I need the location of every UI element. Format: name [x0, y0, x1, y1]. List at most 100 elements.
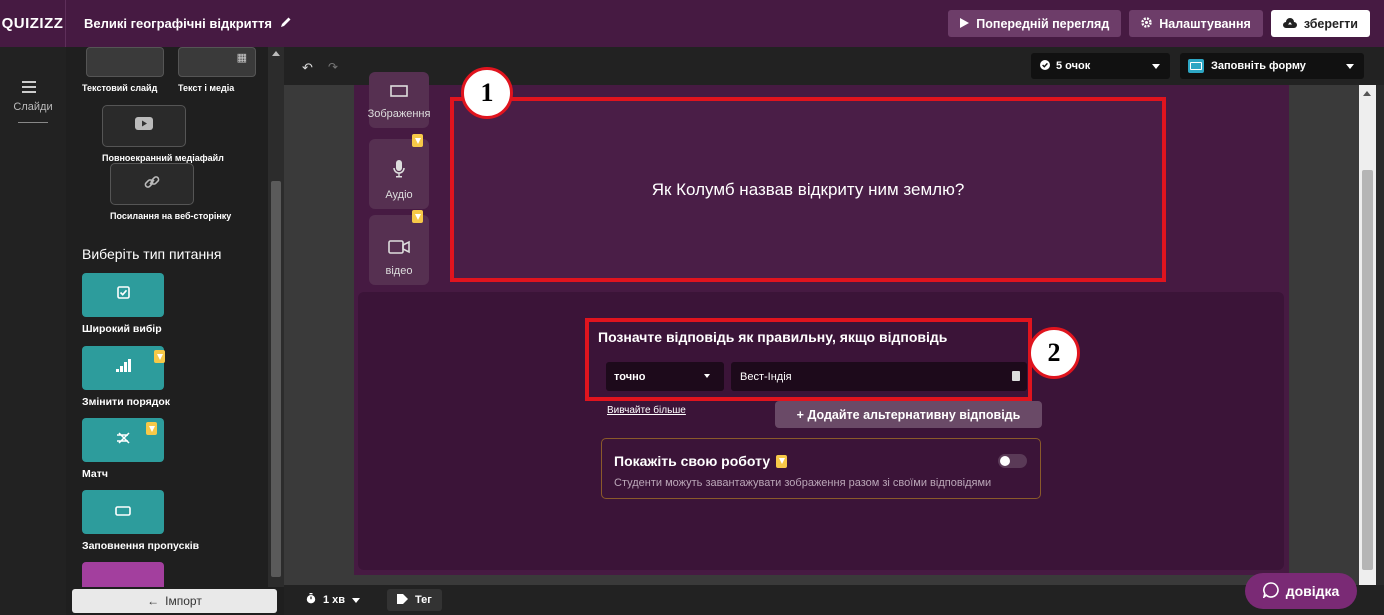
cloud-upload-icon	[1282, 17, 1297, 31]
tag-icon	[397, 593, 408, 607]
learn-more-link[interactable]: Вивчайте більше	[607, 405, 686, 416]
stopwatch-icon	[306, 593, 316, 607]
question-text-box[interactable]: Як Колумб назвав відкриту ним землю?	[450, 97, 1166, 282]
play-icon	[960, 17, 970, 31]
fill-blank-label: Заповнення пропусків	[82, 540, 200, 552]
video-play-icon	[135, 117, 153, 135]
callout-marker-2: 2	[1028, 327, 1080, 379]
text-slide-label: Текстовий слайд	[82, 83, 158, 93]
video-camera-icon	[388, 240, 410, 259]
reorder-label: Змінити порядок	[82, 396, 171, 408]
fullscreen-media-card[interactable]	[102, 105, 186, 147]
bars-icon	[115, 359, 131, 377]
chevron-down-icon	[1346, 64, 1354, 69]
text-media-thumbnail[interactable]: ▦	[178, 47, 256, 77]
slides-label[interactable]: Слайди	[0, 101, 66, 113]
image-button[interactable]: Зображення	[367, 72, 431, 128]
answer-highlight-frame	[585, 318, 1032, 401]
bottom-bar: 1 хв Тег	[284, 585, 1384, 615]
scroll-up-arrow-icon[interactable]	[1363, 91, 1371, 96]
show-work-card: Покажіть свою роботу Студенти можуть зав…	[601, 438, 1041, 499]
redo-icon[interactable]: ↷	[328, 60, 338, 74]
match-icon	[116, 431, 131, 449]
fullscreen-media-label: Повноекранний медіафайл	[102, 153, 224, 163]
reorder-button[interactable]	[82, 346, 164, 390]
web-link-card[interactable]	[110, 163, 194, 205]
more-question-type-button[interactable]	[82, 562, 164, 587]
menu-icon[interactable]	[22, 80, 36, 98]
toggle-knob	[1000, 456, 1010, 466]
chat-bubble-icon	[1262, 581, 1279, 601]
editor-toolbar: ↶ ↷ 5 очок Заповніть форму	[284, 47, 1384, 85]
quiz-title-text: Великі географічні відкриття	[84, 16, 272, 31]
save-button[interactable]: зберегти	[1270, 10, 1370, 37]
premium-bolt-icon	[412, 134, 423, 147]
multiple-choice-label: Широкий вибір	[82, 323, 162, 335]
help-button[interactable]: довідка	[1245, 573, 1357, 609]
image-icon	[390, 84, 408, 102]
quizizz-logo[interactable]: QUIZIZZ	[0, 0, 66, 47]
question-type-panel: ▦ Текстовий слайд Текст і медіа Повноекр…	[66, 47, 284, 587]
show-work-title: Покажіть свою роботу	[614, 453, 788, 469]
fill-blank-button[interactable]	[82, 490, 164, 534]
help-label: довідка	[1285, 583, 1340, 599]
show-work-toggle[interactable]	[998, 454, 1027, 468]
check-circle-icon	[1040, 59, 1050, 73]
match-label: Матч	[82, 468, 108, 480]
panel-scrollbar[interactable]	[268, 47, 284, 587]
canvas-scrollbar[interactable]	[1359, 85, 1376, 585]
save-label: зберегти	[1303, 16, 1358, 31]
scroll-up-arrow-icon[interactable]	[272, 51, 280, 56]
rail-divider	[18, 122, 48, 123]
timer-dropdown[interactable]: 1 хв	[298, 589, 368, 611]
checkbox-icon	[116, 286, 130, 304]
audio-button[interactable]: Аудіо	[369, 139, 429, 209]
web-link-label: Посилання на веб-сторінку	[110, 211, 232, 221]
left-rail: Слайди	[0, 47, 66, 615]
pencil-icon[interactable]	[280, 16, 292, 31]
question-type-value: Заповніть форму	[1211, 60, 1306, 72]
quiz-title[interactable]: Великі географічні відкриття	[84, 16, 292, 31]
preview-label: Попередній перегляд	[976, 16, 1110, 31]
chevron-down-icon	[352, 594, 361, 606]
preview-button[interactable]: Попередній перегляд	[948, 10, 1122, 37]
fill-form-icon	[1188, 59, 1204, 73]
points-dropdown[interactable]: 5 очок	[1031, 53, 1170, 79]
media-grid-icon: ▦	[236, 52, 247, 64]
microphone-icon	[393, 160, 405, 183]
add-alternative-answer-button[interactable]: + Додайте альтернативну відповідь	[775, 401, 1042, 428]
text-media-label: Текст і медіа	[178, 83, 235, 93]
tag-label: Тег	[415, 594, 432, 606]
question-type-heading: Виберіть тип питання	[82, 246, 222, 262]
import-label: Імпорт	[165, 594, 202, 608]
image-label: Зображення	[367, 108, 431, 120]
points-value: 5 очок	[1056, 60, 1091, 72]
top-bar: QUIZIZZ Великі географічні відкриття Поп…	[0, 0, 1384, 47]
show-work-description: Студенти можуть завантажувати зображення…	[614, 477, 992, 489]
callout-marker-1: 1	[461, 67, 513, 119]
multiple-choice-button[interactable]	[82, 273, 164, 317]
chevron-down-icon	[1152, 64, 1160, 69]
premium-bolt-icon	[776, 454, 788, 468]
link-icon	[143, 173, 161, 196]
text-slide-thumbnail[interactable]	[86, 47, 164, 77]
premium-bolt-icon	[154, 350, 165, 363]
audio-label: Аудіо	[385, 189, 413, 201]
question-type-dropdown[interactable]: Заповніть форму	[1180, 53, 1364, 79]
show-work-title-text: Покажіть свою роботу	[614, 453, 771, 469]
question-text: Як Колумб назвав відкриту ним землю?	[651, 179, 965, 199]
panel-scroll-thumb[interactable]	[271, 181, 281, 577]
input-box-icon	[115, 503, 131, 521]
premium-bolt-icon	[146, 422, 157, 435]
video-button[interactable]: відео	[369, 215, 429, 285]
timer-value: 1 хв	[323, 594, 346, 606]
arrow-left-icon: ←	[147, 594, 160, 608]
settings-button[interactable]: Налаштування	[1129, 10, 1263, 37]
premium-bolt-icon	[412, 210, 423, 223]
video-label: відео	[385, 265, 413, 277]
tag-button[interactable]: Тег	[387, 589, 442, 611]
import-button[interactable]: ← Імпорт	[72, 589, 277, 613]
canvas-scroll-thumb[interactable]	[1362, 170, 1373, 570]
undo-icon[interactable]: ↶	[302, 60, 313, 76]
gear-icon	[1141, 16, 1152, 31]
